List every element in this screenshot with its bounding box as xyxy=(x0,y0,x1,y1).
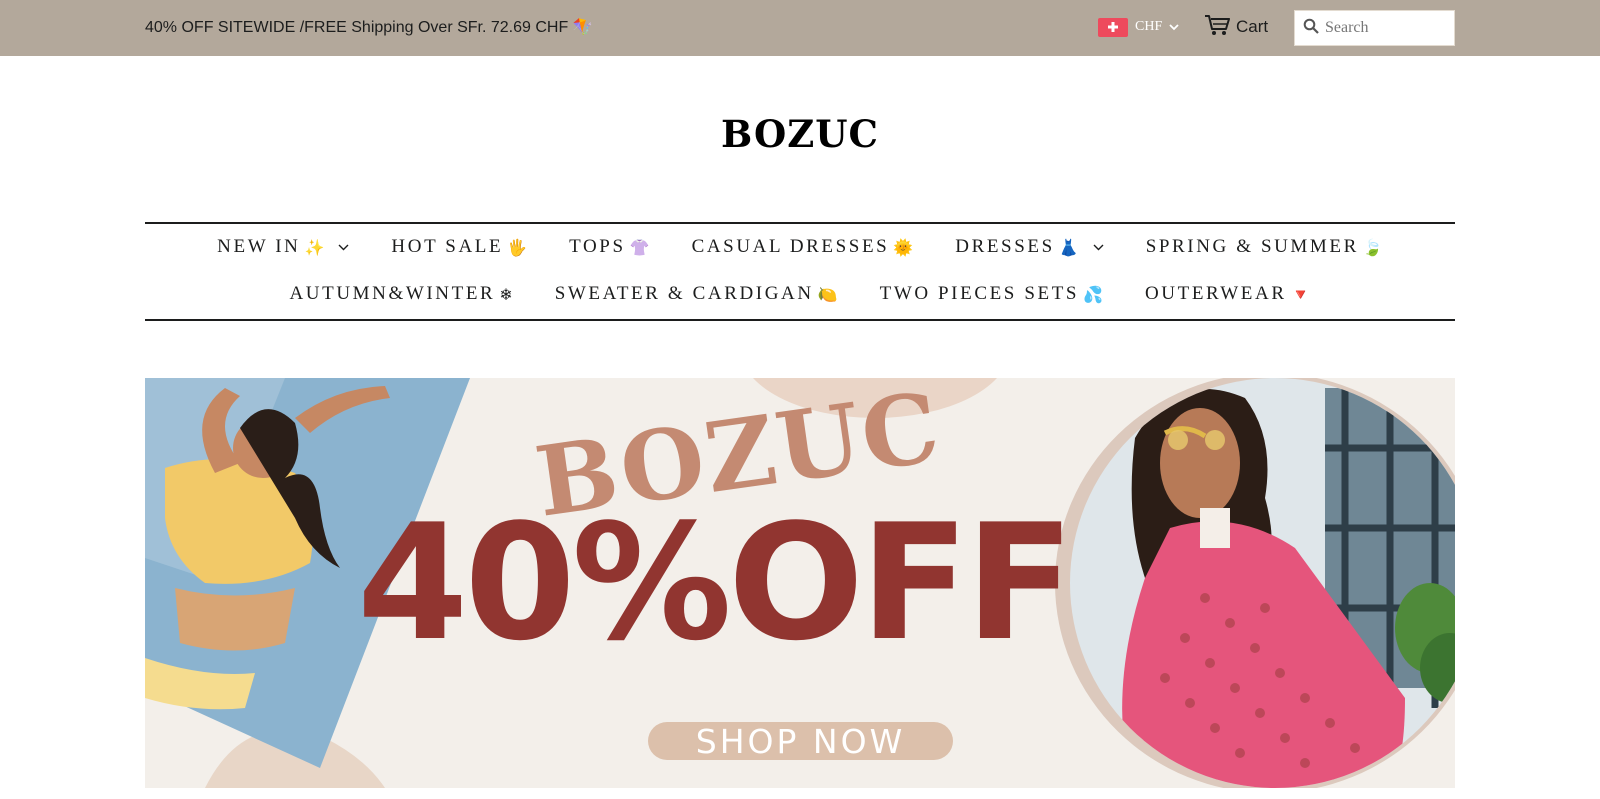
nav-item-outerwear[interactable]: OUTERWEAR 🔻 xyxy=(1145,283,1311,305)
nav-label: OUTERWEAR xyxy=(1144,283,1287,304)
nav-label: HOT SALE xyxy=(391,236,504,257)
search-box xyxy=(1294,10,1455,46)
announcement-bar: 40% OFF SITEWIDE /FREE Shipping Over SFr… xyxy=(0,0,1600,56)
nav-label: NEW IN xyxy=(217,236,301,257)
nav-item-tops[interactable]: TOPS 👚 xyxy=(569,236,649,258)
hero-offer-text: 40%OFF xyxy=(357,489,1075,676)
blouse-icon: 👚 xyxy=(629,237,650,257)
lemon-icon: 🍋 xyxy=(817,284,838,304)
snowflake-icon: ❄ xyxy=(499,284,513,304)
nav-item-dresses[interactable]: DRESSES 👗 xyxy=(955,236,1104,258)
announcement-text: 40% OFF SITEWIDE /FREE Shipping Over SFr… xyxy=(145,19,593,36)
hand-icon: 🖐 xyxy=(507,237,528,257)
nav-item-spring-summer[interactable]: SPRING & SUMMER 🍃 xyxy=(1146,236,1383,258)
nav-item-autumn-winter[interactable]: AUTUMN&WINTER ❄ xyxy=(289,283,512,305)
leaf-icon: 🍃 xyxy=(1362,237,1383,257)
dress-icon: 👗 xyxy=(1058,237,1079,257)
site-logo[interactable]: BOZUC xyxy=(0,112,1600,156)
nav-item-new-in[interactable]: NEW IN ✨ xyxy=(217,236,349,258)
sparkles-icon: ✨ xyxy=(304,237,325,257)
hero-banner[interactable]: BOZUC 40%OFF SHOP NOW xyxy=(145,378,1455,788)
nav-label: AUTUMN&WINTER xyxy=(289,283,496,304)
nav-label: TWO PIECES SETS xyxy=(879,283,1080,304)
swiss-flag-icon xyxy=(1098,17,1128,37)
chevron-down-icon xyxy=(338,244,349,251)
nav-item-two-pieces-sets[interactable]: TWO PIECES SETS 💦 xyxy=(880,283,1103,305)
currency-code: CHF xyxy=(1135,19,1163,34)
search-input[interactable] xyxy=(1325,15,1443,41)
red-triangle-icon: 🔻 xyxy=(1290,284,1311,304)
shop-now-button[interactable]: SHOP NOW xyxy=(648,722,953,761)
chevron-down-icon xyxy=(1169,18,1179,36)
nav-item-hot-sale[interactable]: HOT SALE 🖐 xyxy=(391,236,527,258)
splash-icon: 💦 xyxy=(1083,284,1103,304)
sun-icon: 🌞 xyxy=(893,237,914,257)
cart-icon xyxy=(1204,14,1230,41)
main-navigation: NEW IN ✨ HOT SALE 🖐 TOPS 👚 CASUAL DRESSE… xyxy=(145,222,1455,321)
chevron-down-icon xyxy=(1093,244,1104,251)
cart-label: Cart xyxy=(1236,17,1269,36)
nav-row: AUTUMN&WINTER ❄ SWEATER & CARDIGAN 🍋 TWO… xyxy=(145,281,1455,307)
nav-item-sweater-cardigan[interactable]: SWEATER & CARDIGAN 🍋 xyxy=(555,283,838,305)
search-icon[interactable] xyxy=(1303,18,1319,39)
nav-label: CASUAL DRESSES xyxy=(691,236,890,257)
cart-link[interactable]: Cart xyxy=(1204,14,1269,41)
currency-selector[interactable]: CHF xyxy=(1098,16,1179,38)
nav-label: SWEATER & CARDIGAN xyxy=(554,283,814,304)
nav-label: SPRING & SUMMER xyxy=(1145,236,1359,257)
nav-item-casual-dresses[interactable]: CASUAL DRESSES 🌞 xyxy=(692,236,914,258)
nav-label: DRESSES xyxy=(955,236,1055,257)
nav-row: NEW IN ✨ HOT SALE 🖐 TOPS 👚 CASUAL DRESSE… xyxy=(145,234,1455,260)
nav-label: TOPS xyxy=(569,236,626,257)
